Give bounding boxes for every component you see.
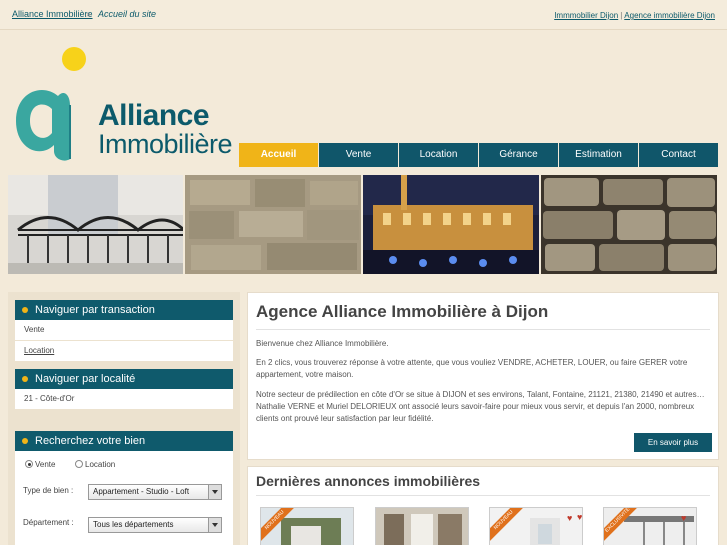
breadcrumb-separator: »	[86, 9, 92, 19]
latest-listings: Dernières annonces immobilières NOUVEAU …	[247, 466, 719, 545]
balcony-photo	[8, 175, 183, 274]
site-header: Alliance Immobilière Accueil Vente Locat…	[0, 31, 727, 171]
logo-a-icon	[16, 47, 86, 161]
listing-card[interactable]: EXCLUSIVITÉ ♥	[603, 507, 697, 545]
night-square-photo	[363, 175, 539, 274]
panel-localite-title: Naviguer par localité	[35, 373, 136, 385]
breadcrumb-home-link[interactable]: Alliance Immobilière	[12, 9, 93, 19]
intro-paragraph-1: Bienvenue chez Alliance Immobilière.	[256, 339, 389, 348]
listings-title: Dernières annonces immobilières	[256, 473, 481, 489]
top-links: Immmobilier Dijon | Agence immobilière Dij…	[554, 11, 715, 20]
favorite-heart-icon[interactable]: ♥	[567, 514, 576, 523]
type-label: Type de bien :	[23, 486, 74, 495]
bullet-icon	[22, 376, 28, 382]
radio-unchecked-icon	[75, 460, 83, 468]
page-title: Agence Alliance Immobilière à Dijon	[256, 302, 549, 321]
panel-search-header: Recherchez votre bien	[15, 431, 233, 451]
nav-vente[interactable]: Vente	[319, 143, 398, 167]
intro-paragraph-2: En 2 clics, vous trouverez réponse à vot…	[256, 358, 688, 379]
stone-wall-photo	[185, 175, 361, 274]
nav-gerance[interactable]: Gérance	[479, 143, 558, 167]
main-content: Agence Alliance Immobilière à Dijon Bien…	[247, 292, 719, 460]
listing-card[interactable]: NOUVEAU	[260, 507, 354, 545]
sidebar-item-cote-dor[interactable]: 21 - Côte-d'Or	[15, 389, 233, 409]
dept-select[interactable]: Tous les départements	[88, 517, 222, 533]
nav-accueil[interactable]: Accueil	[239, 143, 318, 167]
radio-vente-label: Vente	[35, 460, 56, 469]
search-form: Vente Location Type de bien : Appartemen…	[15, 451, 233, 545]
radio-vente[interactable]: Vente	[25, 460, 55, 469]
top-link-immobilier-dijon[interactable]: Immmobilier Dijon	[554, 11, 618, 20]
sidebar: Naviguer par transaction Vente Location …	[8, 292, 240, 545]
listing-card[interactable]: NOUVEAU ♥	[489, 507, 583, 545]
site-logo[interactable]: Alliance Immobilière	[8, 41, 233, 171]
type-select-value: Appartement - Studio - Loft	[93, 487, 190, 496]
panel-search-title: Recherchez votre bien	[35, 435, 146, 447]
radio-checked-icon	[25, 460, 33, 468]
stone-blocks-photo	[541, 175, 717, 274]
divider	[256, 329, 710, 330]
photo-banner	[8, 175, 719, 274]
logo-subtitle: Immobilière	[98, 129, 233, 159]
main-nav: Accueil Vente Location Gérance Estimatio…	[239, 143, 719, 167]
intro-paragraph-3: Notre secteur de prédilection en côte d'…	[256, 390, 705, 423]
panel-transaction-title: Naviguer par transaction	[35, 304, 155, 316]
dept-label: Département :	[23, 518, 74, 527]
sidebar-item-vente[interactable]: Vente	[15, 320, 233, 340]
nav-estimation[interactable]: Estimation	[559, 143, 638, 167]
favorite-heart-icon[interactable]: ♥	[577, 513, 586, 522]
panel-localite-header: Naviguer par localité	[15, 369, 233, 389]
top-links-divider: |	[620, 11, 623, 20]
top-bar: Alliance Immobilière » Accueil du site I…	[0, 0, 727, 30]
logo-title: Alliance	[98, 99, 210, 132]
listing-card[interactable]	[375, 507, 469, 545]
bullet-icon	[22, 307, 28, 313]
breadcrumb-current: Accueil du site	[98, 9, 157, 19]
top-link-agence-dijon[interactable]: Agence immobilière Dijon	[624, 11, 715, 20]
favorite-heart-icon[interactable]: ♥	[681, 514, 690, 523]
radio-location[interactable]: Location	[75, 460, 115, 469]
panel-transaction-header: Naviguer par transaction	[15, 300, 233, 320]
nav-contact[interactable]: Contact	[639, 143, 718, 167]
sidebar-item-location[interactable]: Location	[15, 341, 233, 361]
chevron-down-icon	[208, 485, 221, 499]
bullet-icon	[22, 438, 28, 444]
radio-location-label: Location	[85, 460, 116, 469]
en-savoir-plus-button[interactable]: En savoir plus	[634, 433, 712, 452]
type-select[interactable]: Appartement - Studio - Loft	[88, 484, 222, 500]
dept-select-value: Tous les départements	[93, 520, 174, 529]
listing-photo	[376, 508, 468, 545]
chevron-down-icon	[208, 518, 221, 532]
nav-location[interactable]: Location	[399, 143, 478, 167]
divider	[256, 495, 710, 496]
